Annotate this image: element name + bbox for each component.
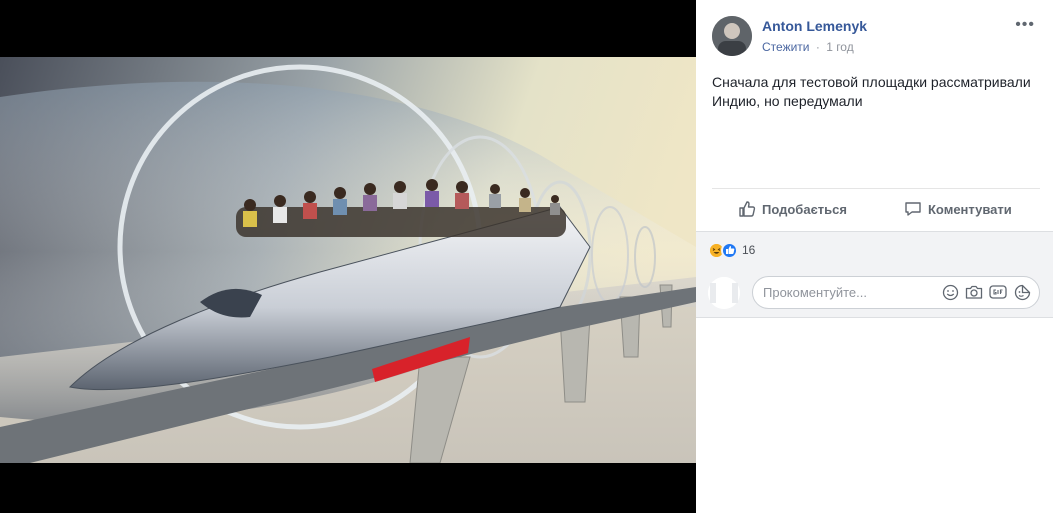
comment-label: Коментувати xyxy=(928,201,1012,217)
like-button[interactable]: Подобається xyxy=(738,193,847,225)
gif-icon[interactable] xyxy=(989,283,1007,301)
viewer-avatar xyxy=(708,277,740,309)
comment-tools xyxy=(941,283,1031,301)
comment-input[interactable]: Прокоментуйте... xyxy=(752,276,1040,309)
reaction-summary[interactable]: 16 xyxy=(708,241,755,259)
post-actions: Подобається Коментувати xyxy=(712,193,1040,225)
author-avatar[interactable] xyxy=(712,16,752,56)
like-label: Подобається xyxy=(762,201,847,217)
post-meta: Стежити · 1 год xyxy=(762,40,854,54)
like-reaction-icon xyxy=(721,241,738,259)
divider xyxy=(712,188,1040,189)
thumbs-up-icon xyxy=(738,200,756,218)
comment-placeholder: Прокоментуйте... xyxy=(763,285,867,300)
post-timestamp[interactable]: 1 год xyxy=(826,40,854,54)
photo-viewer xyxy=(0,0,696,513)
post-side-panel: Anton Lemenyk Стежити · 1 год ••• Сначал… xyxy=(696,0,1053,513)
smiley-icon[interactable] xyxy=(941,283,959,301)
camera-icon[interactable] xyxy=(965,283,983,301)
post-text: Сначала для тестовой площадки рассматрив… xyxy=(712,74,1031,109)
follow-link[interactable]: Стежити xyxy=(762,40,810,54)
author-name-link[interactable]: Anton Lemenyk xyxy=(762,18,867,34)
meta-separator: · xyxy=(815,40,820,54)
comment-button[interactable]: Коментувати xyxy=(904,193,1012,225)
reactions-and-comments: 16 Прокоментуйте... xyxy=(696,231,1053,318)
reaction-count: 16 xyxy=(742,243,756,257)
more-icon[interactable]: ••• xyxy=(1015,16,1035,34)
speech-bubble-icon xyxy=(904,200,922,218)
sticker-icon[interactable] xyxy=(1013,283,1031,301)
post-photo[interactable] xyxy=(0,57,696,463)
post-header: Anton Lemenyk Стежити · 1 год ••• xyxy=(712,16,1043,56)
